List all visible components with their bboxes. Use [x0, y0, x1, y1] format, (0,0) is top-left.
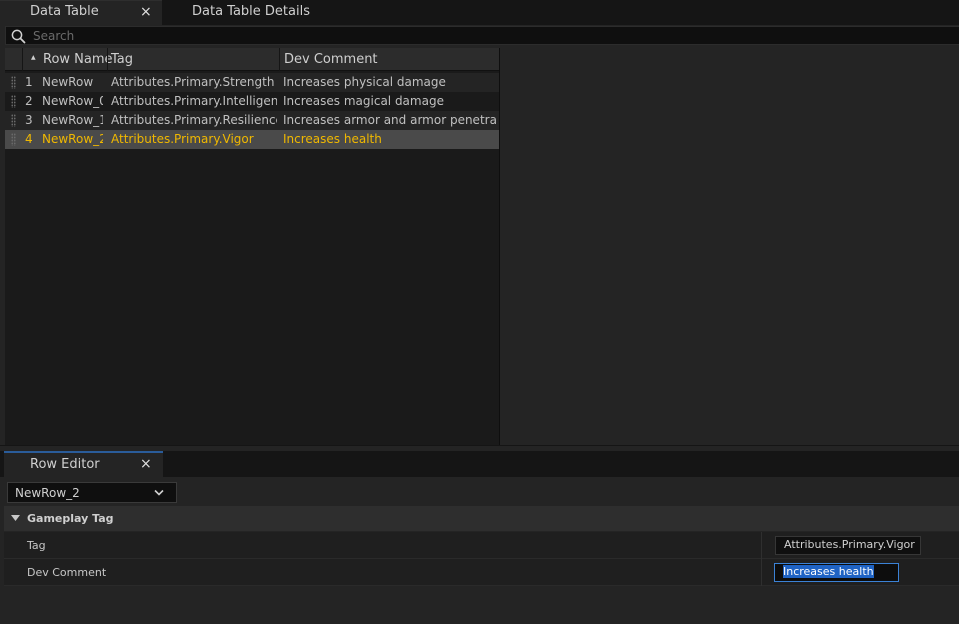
close-icon[interactable]: × [140, 457, 152, 471]
header-dev-comment-label: Dev Comment [284, 52, 378, 67]
dev-comment-input[interactable]: Increases health [774, 563, 899, 582]
dev-comment-cell: Increases physical damage [283, 75, 446, 89]
row-index: 4 [25, 132, 33, 146]
tag-cell: Attributes.Primary.Intelligence [111, 94, 277, 108]
tab-data-table-label: Data Table [30, 4, 99, 19]
tab-row-editor-label: Row Editor [30, 457, 100, 472]
row-index: 3 [25, 113, 33, 127]
drag-grip-icon[interactable] [11, 95, 16, 108]
dev-comment-cell: Increases magical damage [283, 94, 444, 108]
row-editor-empty-area [4, 587, 959, 624]
tag-cell: Attributes.Primary.Vigor [111, 132, 254, 146]
header-tag-label: Tag [111, 52, 134, 67]
table-row[interactable]: 3 NewRow_1 Attributes.Primary.Resilience… [5, 111, 499, 130]
row-name-cell: NewRow_0 [42, 94, 103, 108]
row-index: 2 [25, 94, 33, 108]
drag-grip-icon[interactable] [11, 114, 16, 127]
tab-data-table[interactable]: Data Table × [0, 0, 162, 25]
property-splitter[interactable] [761, 532, 762, 559]
tab-row-editor[interactable]: Row Editor × [4, 451, 163, 477]
tag-cell: Attributes.Primary.Resilience [111, 113, 277, 127]
close-icon[interactable]: × [140, 5, 152, 19]
sort-ascending-icon: ▲ [31, 54, 36, 61]
search-box[interactable] [5, 26, 959, 45]
chevron-down-icon [154, 489, 164, 496]
search-icon [11, 29, 26, 44]
tag-cell: Attributes.Primary.Strength [111, 75, 275, 89]
property-label-dev-comment: Dev Comment [27, 566, 107, 579]
dev-comment-cell: Increases health [283, 132, 382, 146]
row-name-cell: NewRow [42, 75, 94, 89]
category-label: Gameplay Tag [27, 512, 114, 525]
triangle-down-icon[interactable] [11, 515, 20, 522]
drag-grip-icon[interactable] [11, 76, 16, 89]
header-tag[interactable]: Tag [108, 48, 279, 71]
table-row[interactable]: 1 NewRow Attributes.Primary.Strength Inc… [5, 73, 499, 92]
table-empty-area [500, 48, 959, 445]
category-gameplay-tag[interactable]: Gameplay Tag [4, 506, 959, 531]
row-index: 1 [25, 75, 33, 89]
row-name-cell: NewRow_2 [42, 132, 103, 146]
header-row-name[interactable]: ▲ Row Name [23, 48, 113, 71]
table-header: ▲ Row Name Tag Dev Comment [5, 48, 499, 71]
header-dev-comment[interactable]: Dev Comment [280, 48, 499, 71]
property-label-tag: Tag [27, 539, 46, 552]
tab-data-table-details[interactable]: Data Table Details [180, 0, 320, 25]
selected-text: Increases health [783, 565, 874, 578]
property-splitter[interactable] [761, 559, 762, 586]
data-table-grid: ▲ Row Name Tag Dev Comment 1 NewRow Attr… [5, 48, 500, 445]
row-select-dropdown[interactable]: NewRow_2 [7, 482, 177, 503]
tab-data-table-details-label: Data Table Details [192, 4, 310, 19]
dev-comment-cell: Increases armor and armor penetration [283, 113, 497, 127]
tag-value-field[interactable]: Attributes.Primary.Vigor [775, 536, 921, 555]
row-select-value: NewRow_2 [15, 486, 80, 500]
row-name-cell: NewRow_1 [42, 113, 103, 127]
table-row-selected[interactable]: 4 NewRow_2 Attributes.Primary.Vigor Incr… [5, 130, 499, 149]
search-input[interactable] [33, 27, 833, 44]
header-row-name-label: Row Name [43, 52, 113, 67]
table-row[interactable]: 2 NewRow_0 Attributes.Primary.Intelligen… [5, 92, 499, 111]
drag-grip-icon[interactable] [11, 133, 16, 146]
